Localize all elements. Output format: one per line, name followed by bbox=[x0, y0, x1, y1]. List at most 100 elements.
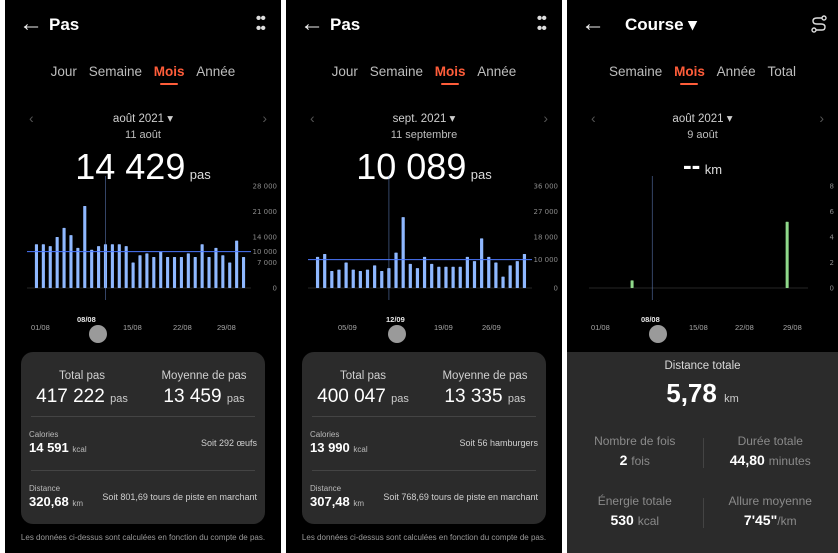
tab-jour[interactable]: Jour bbox=[332, 64, 358, 79]
y-tick-label: 27 000 bbox=[534, 208, 559, 216]
y-tick-label: 2 bbox=[830, 259, 834, 267]
bar bbox=[394, 252, 398, 288]
bar bbox=[785, 221, 789, 288]
run-count-label: Nombre de fois bbox=[594, 434, 676, 448]
distance-value: 307,48 bbox=[310, 494, 350, 509]
slider-knob[interactable] bbox=[388, 325, 406, 343]
tab-semaine[interactable]: Semaine bbox=[370, 64, 423, 79]
bar bbox=[152, 257, 156, 288]
distance-row: Distance 320,68 km Soit 801,69 tours de … bbox=[29, 484, 257, 509]
x-tick: 26/09 bbox=[482, 323, 501, 332]
x-tick: 01/08 bbox=[591, 323, 610, 332]
slider-knob[interactable] bbox=[649, 325, 667, 343]
bar bbox=[630, 280, 634, 288]
y-tick-label: 10 000 bbox=[534, 256, 559, 264]
bar bbox=[221, 255, 225, 288]
bar bbox=[55, 237, 59, 288]
bar bbox=[458, 266, 462, 288]
x-tick: 22/08 bbox=[735, 323, 754, 332]
selected-day: 11 septembre bbox=[390, 129, 458, 141]
month-selector[interactable]: août 2021 ▾ bbox=[5, 111, 281, 125]
bar bbox=[159, 251, 163, 288]
bar bbox=[241, 257, 246, 288]
average-steps: Moyenne de pas 13 335 pas bbox=[424, 370, 546, 408]
distance-value: 320,68 bbox=[29, 494, 69, 509]
distance-equivalent: Soit 768,69 tours de piste en marchant bbox=[383, 492, 538, 502]
total-distance-value: 5,78 bbox=[666, 378, 717, 408]
activity-selector[interactable]: Course ▾ bbox=[625, 15, 697, 35]
x-tick-selected: 08/08 bbox=[641, 315, 660, 324]
total-energy-label: Énergie totale bbox=[597, 494, 672, 508]
divider bbox=[31, 470, 255, 471]
arrow-left-icon[interactable]: ← bbox=[300, 12, 324, 36]
bar bbox=[408, 263, 412, 288]
bar bbox=[351, 269, 355, 288]
y-tick-label: 36 000 bbox=[534, 183, 559, 191]
bar bbox=[235, 240, 239, 288]
bar bbox=[422, 256, 427, 288]
date-slider[interactable]: 01/08 08/08 15/08 22/08 29/08 bbox=[5, 315, 281, 355]
bar bbox=[451, 266, 455, 288]
running-bar-chart[interactable]: 8 6 4 2 0 bbox=[567, 176, 838, 300]
month-selector[interactable]: sept. 2021 ▾ bbox=[286, 111, 562, 125]
total-duration-label: Durée totale bbox=[737, 434, 803, 448]
tab-mois[interactable]: Mois bbox=[154, 64, 185, 79]
slider-knob[interactable] bbox=[89, 325, 107, 343]
bar bbox=[214, 247, 218, 288]
total-energy-unit: kcal bbox=[637, 514, 660, 528]
route-icon[interactable] bbox=[810, 14, 828, 34]
average-pace-unit: /km bbox=[777, 514, 797, 528]
y-tick-label: 18 000 bbox=[534, 234, 559, 242]
bar bbox=[124, 246, 128, 288]
calories-row: Calories 13 990 kcal Soit 56 hamburgers bbox=[310, 430, 538, 455]
month-selector[interactable]: août 2021 ▾ bbox=[567, 111, 838, 125]
tab-annee[interactable]: Année bbox=[196, 64, 235, 79]
average-pace-label: Allure moyenne bbox=[728, 494, 812, 508]
bar bbox=[34, 244, 39, 288]
average-pace: Allure moyenne 7'45"/km bbox=[703, 494, 838, 528]
y-tick-label: 28 000 bbox=[253, 183, 278, 191]
date-slider[interactable]: 05/09 12/09 19/09 26/09 bbox=[286, 315, 562, 355]
selected-value-unit: km bbox=[704, 162, 723, 177]
arrow-left-icon[interactable]: ← bbox=[19, 12, 43, 36]
y-tick-label: 6 bbox=[830, 208, 835, 216]
top-bar: ← Pas •• •• bbox=[5, 11, 281, 40]
y-tick-label: 10 000 bbox=[253, 248, 278, 256]
steps-bar-chart[interactable]: 28 000 21 000 14 000 10 000 7 000 0 bbox=[5, 176, 281, 300]
tab-semaine[interactable]: Semaine bbox=[89, 64, 142, 79]
bar bbox=[472, 261, 477, 288]
date-slider[interactable]: 01/08 08/08 15/08 22/08 29/08 bbox=[567, 315, 838, 355]
tab-jour[interactable]: Jour bbox=[51, 64, 77, 79]
tab-annee[interactable]: Année bbox=[477, 64, 516, 79]
bar bbox=[437, 266, 441, 288]
tab-total[interactable]: Total bbox=[767, 64, 796, 79]
total-duration-value: 44,80 bbox=[729, 452, 765, 468]
bar bbox=[76, 247, 80, 288]
average-steps-unit: pas bbox=[226, 393, 245, 405]
more-dots-icon[interactable]: •• •• bbox=[256, 11, 266, 37]
bar bbox=[207, 257, 211, 288]
total-steps-unit: pas bbox=[110, 393, 128, 405]
footnote: Les données ci-dessus sont calculées en … bbox=[301, 533, 547, 542]
bar bbox=[373, 265, 377, 288]
tab-annee[interactable]: Année bbox=[717, 64, 756, 79]
distance-unit: km bbox=[353, 499, 365, 508]
tab-semaine[interactable]: Semaine bbox=[609, 64, 662, 79]
steps-panel-september: ← Pas •• •• Jour Semaine Mois Année ‹ › s… bbox=[286, 0, 562, 553]
tab-mois[interactable]: Mois bbox=[435, 64, 466, 79]
bar bbox=[487, 256, 491, 288]
bar bbox=[131, 262, 135, 288]
tab-mois[interactable]: Mois bbox=[674, 64, 705, 79]
run-count-unit: fois bbox=[631, 454, 650, 468]
total-duration-unit: minutes bbox=[768, 454, 811, 468]
total-distance-label: Distance totale bbox=[664, 360, 741, 372]
x-tick: 05/09 bbox=[338, 323, 357, 332]
selected-day: 11 août bbox=[125, 129, 161, 141]
arrow-left-icon[interactable]: ← bbox=[581, 12, 605, 36]
total-steps: Total pas 417 222 pas bbox=[21, 370, 143, 408]
distance-row: Distance 307,48 km Soit 768,69 tours de … bbox=[310, 484, 538, 509]
run-count: Nombre de fois 2 fois bbox=[567, 434, 703, 468]
steps-bar-chart[interactable]: 36 000 27 000 18 000 10 000 0 bbox=[286, 176, 562, 300]
bar bbox=[48, 246, 52, 288]
more-dots-icon[interactable]: •• •• bbox=[537, 11, 547, 37]
